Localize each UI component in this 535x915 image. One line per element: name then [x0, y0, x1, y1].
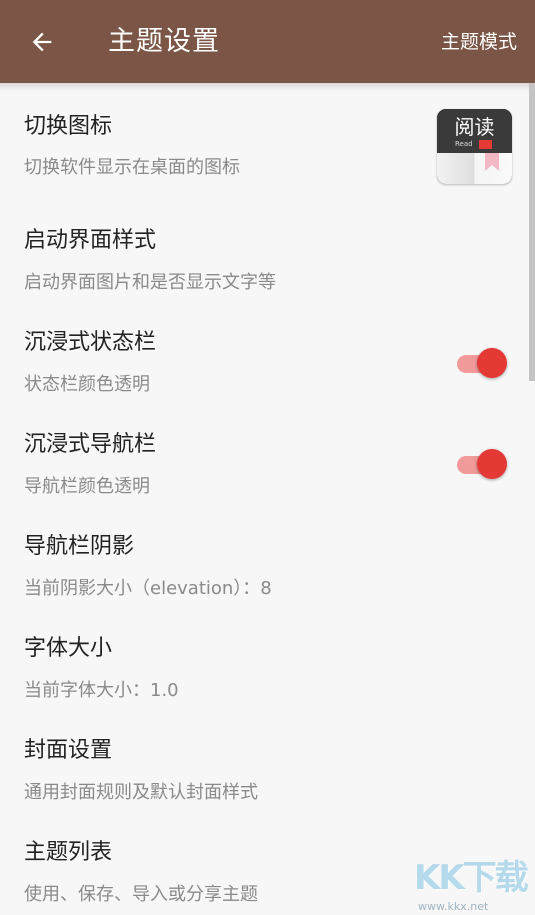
back-button[interactable]: [22, 22, 62, 62]
nav-bar-switch[interactable]: [457, 449, 507, 481]
scrollbar[interactable]: [529, 83, 535, 381]
pref-cover-settings[interactable]: 封面设置 通用封面规则及默认封面样式: [0, 724, 535, 824]
pref-immersive-status-bar[interactable]: 沉浸式状态栏 状态栏颜色透明: [0, 316, 535, 416]
page-title: 主题设置: [108, 26, 220, 57]
pref-title: 封面设置: [24, 738, 113, 763]
switch-thumb: [477, 348, 507, 378]
watermark-logo: KK下载: [414, 858, 529, 898]
pref-title: 切换图标: [24, 114, 113, 139]
status-bar-switch[interactable]: [457, 348, 507, 380]
arrow-left-icon: [32, 32, 52, 52]
theme-mode-button[interactable]: 主题模式: [441, 28, 517, 56]
bookmark-icon: [485, 153, 499, 171]
pref-title: 启动界面样式: [24, 228, 157, 253]
app-icon-badge: [479, 140, 492, 149]
pref-summary: 启动界面图片和是否显示文字等: [24, 272, 276, 293]
pref-splash-style[interactable]: 启动界面样式 启动界面图片和是否显示文字等: [0, 213, 535, 313]
app-icon-text: 阅读: [454, 115, 495, 139]
theme-settings-screen: 主题设置 主题模式 切换图标 切换软件显示在桌面的图标 阅读 Read 启动界面…: [0, 0, 535, 915]
pref-title: 导航栏阴影: [24, 534, 135, 559]
app-icon-preview[interactable]: 阅读 Read: [437, 109, 512, 184]
toolbar-shadow: [0, 83, 535, 91]
pref-immersive-nav-bar[interactable]: 沉浸式导航栏 导航栏颜色透明: [0, 418, 535, 518]
app-icon-subtext: Read: [455, 140, 473, 148]
pref-title: 主题列表: [24, 840, 113, 865]
pref-summary: 通用封面规则及默认封面样式: [24, 782, 258, 803]
pref-summary: 当前阴影大小（elevation）：8: [24, 578, 272, 599]
pref-nav-bar-shadow[interactable]: 导航栏阴影 当前阴影大小（elevation）：8: [0, 520, 535, 620]
pref-summary: 使用、保存、导入或分享主题: [24, 884, 258, 905]
switch-thumb: [477, 449, 507, 479]
watermark-url: www.kkx.net: [418, 900, 489, 913]
pref-summary: 切换软件显示在桌面的图标: [24, 157, 240, 178]
pref-title: 字体大小: [24, 636, 113, 661]
pref-summary: 状态栏颜色透明: [24, 374, 150, 395]
toolbar: 主题设置 主题模式: [0, 0, 535, 83]
watermark: KK下载 www.kkx.net: [410, 858, 535, 915]
pref-font-size[interactable]: 字体大小 当前字体大小：1.0: [0, 622, 535, 722]
pref-title: 沉浸式导航栏: [24, 432, 157, 457]
pref-summary: 导航栏颜色透明: [24, 476, 150, 497]
pref-title: 沉浸式状态栏: [24, 330, 157, 355]
pref-summary: 当前字体大小：1.0: [24, 680, 179, 701]
